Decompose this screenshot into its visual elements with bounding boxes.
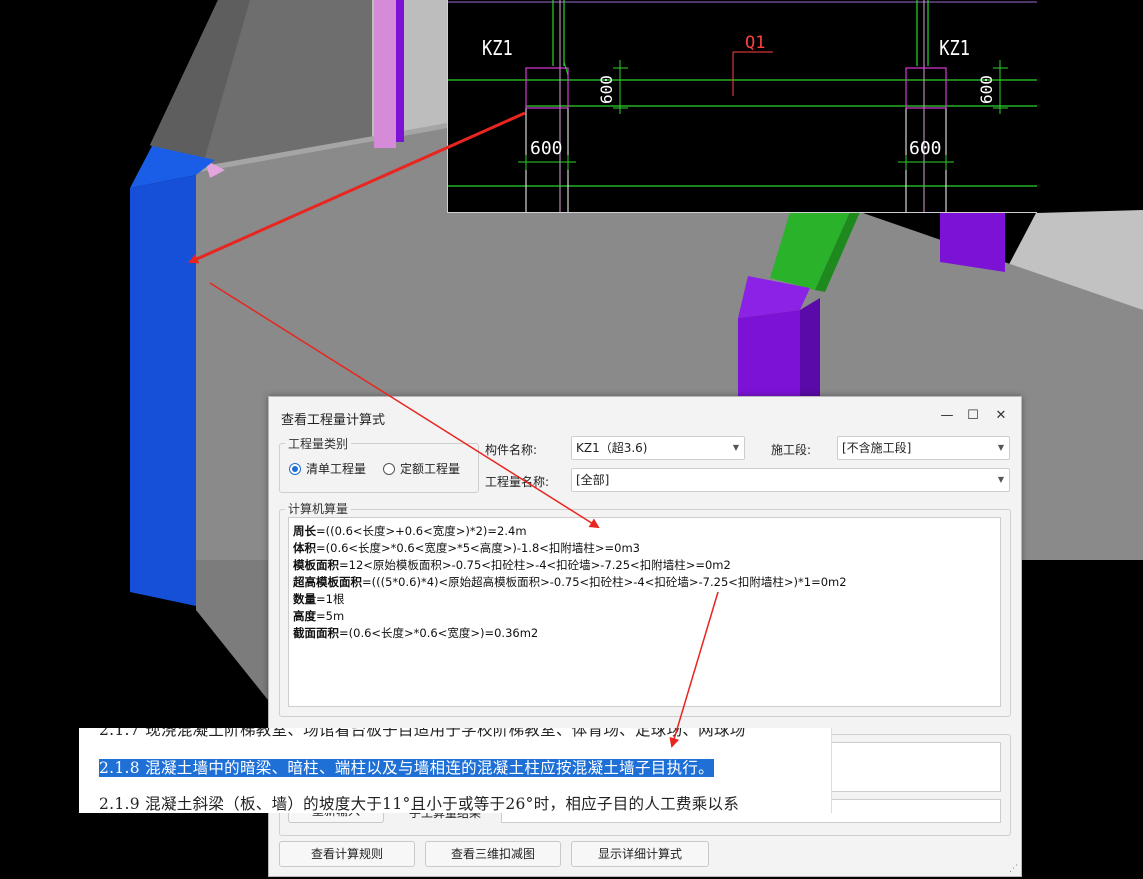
resize-grip-icon[interactable]: ⋰ (1009, 864, 1018, 874)
quantity-type-legend: 工程量类别 (285, 435, 352, 452)
radio-unselected-icon (383, 462, 395, 475)
cad-dim-left-v: 600 (597, 75, 616, 104)
view-3d-deduction-button[interactable]: 查看三维扣减图 (425, 841, 561, 867)
document-excerpt: 2.1.7 现浇混凝土阶梯教室、场馆看台板子目适用于学校阶梯教室、体育场、足球场… (79, 728, 832, 813)
radio-quota-quantity[interactable]: 定额工程量 (383, 460, 460, 477)
show-detail-formula-button[interactable]: 显示详细计算式 (571, 841, 709, 867)
component-name-value: KZ1（超3.6) (576, 441, 648, 455)
construction-section-label: 施工段: (771, 443, 812, 457)
cad-dim-left-h: 600 (530, 138, 563, 159)
view-calc-rules-button[interactable]: 查看计算规则 (279, 841, 415, 867)
formula-line: 模板面积=12<原始模板面积>-0.75<扣砼柱>-4<扣砼墙>-7.25<扣附… (293, 557, 996, 574)
formula-line-name: 数量 (293, 592, 316, 606)
doc-line-2-1-8-text: 2.1.8 混凝土墙中的暗梁、暗柱、端柱以及与墙相连的混凝土柱应按混凝土墙子目执… (99, 759, 714, 777)
column-purple-side (800, 298, 820, 396)
radio-quota-quantity-label: 定额工程量 (400, 462, 461, 476)
formula-line-expression: =(0.6<长度>*0.6<宽度>)=0.36m2 (339, 626, 539, 640)
construction-section-select[interactable]: [不含施工段] ▼ (837, 436, 1010, 460)
column-blue-face (130, 175, 196, 606)
cad-dim-right-v: 600 (977, 75, 996, 104)
column-pink (374, 0, 396, 148)
computer-calc-legend: 计算机算量 (285, 500, 352, 517)
formula-line: 周长=((0.6<长度>+0.6<宽度>)*2)=2.4m (293, 523, 996, 540)
maximize-icon[interactable]: ☐ (963, 407, 983, 425)
dialog-title: 查看工程量计算式 (281, 413, 386, 428)
formula-line-name: 模板面积 (293, 558, 339, 572)
cad-label-kz1-left: KZ1 (482, 38, 513, 61)
column-pink-side (396, 0, 404, 142)
formula-line-expression: =1根 (316, 592, 345, 606)
cad-dim-right-h: 600 (909, 138, 942, 159)
formula-line-name: 周长 (293, 524, 316, 538)
formula-line-expression: =(0.6<长度>*0.6<宽度>*5<高度>)-1.8<扣附墙柱>=0m3 (316, 541, 640, 555)
doc-line-2-1-9: 2.1.9 混凝土斜梁（板、墙）的坡度大于11°且小于或等于26°时，相应子目的… (99, 795, 740, 813)
formula-line-expression: =(((5*0.6)*4)<原始超高模板面积>-0.75<扣砼柱>-4<扣砼墙>… (362, 575, 847, 589)
close-icon[interactable]: ✕ (991, 407, 1011, 425)
component-name-select[interactable]: KZ1（超3.6) ▼ (571, 436, 745, 460)
formula-line-expression: =((0.6<长度>+0.6<宽度>)*2)=2.4m (316, 524, 527, 538)
formula-line-expression: =12<原始模板面积>-0.75<扣砼柱>-4<扣砼墙>-7.25<扣附墙柱>=… (339, 558, 731, 572)
formula-line-name: 截面面积 (293, 626, 339, 640)
radio-selected-icon (289, 462, 301, 475)
formula-line: 超高模板面积=(((5*0.6)*4)<原始超高模板面积>-0.75<扣砼柱>-… (293, 574, 996, 591)
formula-line-name: 体积 (293, 541, 316, 555)
formula-line: 数量=1根 (293, 591, 996, 608)
quantity-name-label: 工程量名称: (485, 475, 550, 489)
column-purple-right (940, 212, 1005, 272)
doc-line-2-1-8-selected[interactable]: 2.1.8 混凝土墙中的暗梁、暗柱、端柱以及与墙相连的混凝土柱应按混凝土墙子目执… (99, 756, 714, 778)
formula-line-expression: =5m (316, 609, 345, 623)
component-name-label: 构件名称: (485, 443, 538, 457)
radio-bill-quantity[interactable]: 清单工程量 (289, 460, 366, 477)
cad-drawing-inset: KZ1 KZ1 Q1 600 600 600 600 (447, 0, 1037, 213)
column-purple-face (738, 310, 800, 396)
doc-line-2-1-7: 2.1.7 现浇混凝土阶梯教室、场馆看台板子目适用于学校阶梯教室、体育场、足球场… (99, 728, 746, 739)
cad-label-q1: Q1 (745, 33, 765, 53)
formula-line-name: 高度 (293, 609, 316, 623)
quantity-name-select[interactable]: [全部] ▼ (571, 468, 1010, 492)
formula-line: 截面面积=(0.6<长度>*0.6<宽度>)=0.36m2 (293, 625, 996, 642)
formula-line: 高度=5m (293, 608, 996, 625)
minimize-icon[interactable]: — (937, 407, 957, 425)
formula-line: 体积=(0.6<长度>*0.6<宽度>*5<高度>)-1.8<扣附墙柱>=0m3 (293, 540, 996, 557)
formula-line-name: 超高模板面积 (293, 575, 362, 589)
cad-label-kz1-right: KZ1 (939, 38, 970, 61)
chevron-down-icon: ▼ (732, 443, 739, 452)
radio-bill-quantity-label: 清单工程量 (306, 462, 367, 476)
wall-lower-face (196, 560, 268, 700)
quantity-name-value: [全部] (576, 473, 610, 487)
computer-calc-formula-box[interactable]: 周长=((0.6<长度>+0.6<宽度>)*2)=2.4m 体积=(0.6<长度>… (288, 517, 1001, 707)
chevron-down-icon: ▼ (997, 475, 1004, 484)
chevron-down-icon: ▼ (997, 443, 1004, 452)
construction-section-value: [不含施工段] (842, 441, 912, 455)
